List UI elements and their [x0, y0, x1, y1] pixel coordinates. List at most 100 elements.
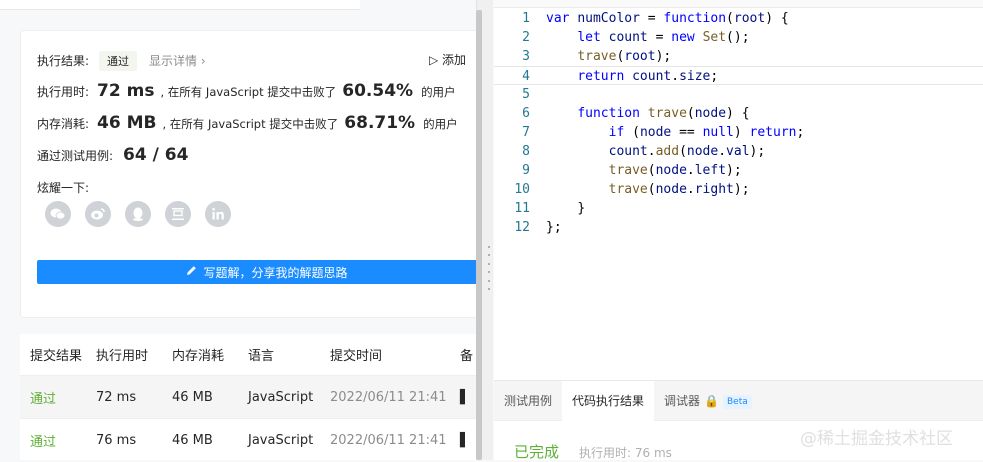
cell-language: JavaScript: [248, 389, 314, 405]
runtime-value: 72 ms: [97, 81, 155, 101]
line-number: 2: [522, 30, 530, 45]
result-panel: 执行结果: 通过 显示详情 › ▷ 添加 执行用时: 72 ms , 在所有 J…: [0, 0, 476, 460]
code-editor[interactable]: 1 var numColor = function(root) {2 let co…: [494, 0, 983, 380]
line-number: 12: [514, 220, 530, 235]
share-label: 炫耀一下:: [37, 181, 90, 195]
linkedin-icon[interactable]: [205, 201, 231, 227]
show-details-link[interactable]: 显示详情 ›: [149, 52, 206, 69]
code-line[interactable]: 9 trave(node.left);: [494, 161, 983, 180]
submissions-table: 提交结果 执行用时 内存消耗 语言 提交时间 备 通过 72 ms 46 MB …: [20, 334, 476, 460]
write-solution-label: 写题解，分享我的解题思路: [203, 265, 348, 280]
left-scrollbar[interactable]: [476, 10, 482, 460]
runtime-suffix: 的用户: [421, 85, 456, 99]
runtime-percentile: 60.54%: [342, 81, 414, 101]
code-text[interactable]: return count.size;: [546, 67, 718, 86]
code-line[interactable]: 10 trave(node.right);: [494, 180, 983, 199]
line-number: 11: [514, 201, 530, 216]
memory-label: 内存消耗:: [37, 117, 90, 131]
line-number: 5: [522, 87, 530, 102]
code-line[interactable]: 8 count.add(node.val);: [494, 142, 983, 161]
weibo-icon[interactable]: [85, 201, 111, 227]
memory-value: 46 MB: [97, 113, 157, 133]
code-text[interactable]: let count = new Set();: [546, 28, 749, 47]
code-text[interactable]: function trave(node) {: [546, 104, 749, 123]
line-number: 1: [522, 11, 530, 26]
cases-value: 64 / 64: [123, 145, 189, 165]
code-text[interactable]: if (node == null) return;: [546, 123, 805, 142]
code-line[interactable]: 11 }: [494, 199, 983, 218]
code-text[interactable]: }: [546, 199, 585, 218]
debugger-label: 调试器: [664, 394, 701, 408]
douban-icon[interactable]: [165, 201, 191, 227]
note-icon[interactable]: ▌: [460, 390, 476, 405]
cell-runtime: 76 ms: [96, 432, 137, 448]
code-line[interactable]: 5: [494, 85, 983, 104]
code-line[interactable]: 12};: [494, 218, 983, 237]
memory-beat-text: , 在所有 JavaScript 提交中击败了: [162, 117, 339, 131]
status-badge: 通过: [99, 51, 138, 71]
tab-run-result[interactable]: 代码执行结果: [562, 381, 655, 421]
note-icon[interactable]: ▌: [460, 433, 476, 448]
write-solution-button[interactable]: 写题解，分享我的解题思路: [37, 260, 476, 284]
cases-label: 通过测试用例:: [37, 149, 114, 163]
line-number: 6: [522, 106, 530, 121]
add-test-case-button[interactable]: ▷ 添加: [429, 51, 466, 68]
console-tabs: 测试用例 代码执行结果 调试器 🔒 Beta: [494, 381, 983, 421]
beta-badge: Beta: [723, 394, 752, 409]
watermark: @稀土掘金技术社区: [800, 429, 953, 449]
col-header: 备: [460, 349, 474, 364]
memory-percentile: 68.71%: [344, 113, 416, 133]
line-number: 3: [522, 49, 530, 64]
line-number: 10: [514, 182, 530, 197]
col-header: 内存消耗: [172, 349, 225, 364]
line-number: 7: [522, 125, 530, 140]
table-row[interactable]: 通过 72 ms 46 MB JavaScript 2022/06/11 21:…: [20, 376, 476, 419]
memory-row: 内存消耗: 46 MB , 在所有 JavaScript 提交中击败了 68.7…: [37, 113, 458, 133]
runtime-label: 执行用时:: [37, 85, 90, 99]
table-row[interactable]: 通过 76 ms 46 MB JavaScript 2022/06/11 21:…: [20, 419, 476, 460]
table-header: 提交结果 执行用时 内存消耗 语言 提交时间 备: [20, 334, 476, 376]
panel-top-bar: [0, 0, 360, 10]
runtime-beat-text: , 在所有 JavaScript 提交中击败了: [160, 85, 337, 99]
code-text[interactable]: var numColor = function(root) {: [546, 9, 789, 28]
col-header: 提交时间: [330, 349, 383, 364]
code-text[interactable]: };: [546, 218, 562, 237]
code-line[interactable]: 3 trave(root);: [494, 47, 983, 66]
line-number: 4: [522, 69, 530, 84]
cell-result[interactable]: 通过: [20, 388, 96, 407]
code-text[interactable]: count.add(node.val);: [546, 142, 766, 161]
col-header: 语言: [248, 349, 275, 364]
qq-icon[interactable]: [125, 201, 151, 227]
cases-row: 通过测试用例: 64 / 64: [37, 145, 194, 165]
cell-memory: 46 MB: [172, 432, 213, 448]
cell-time: 2022/06/11 21:41: [330, 389, 447, 405]
status-row: 执行结果: 通过 显示详情 ›: [37, 51, 206, 71]
code-line[interactable]: 7 if (node == null) return;: [494, 123, 983, 142]
cell-result[interactable]: 通过: [20, 431, 96, 450]
wechat-icon[interactable]: [45, 201, 71, 227]
runtime-row: 执行用时: 72 ms , 在所有 JavaScript 提交中击败了 60.5…: [37, 81, 456, 101]
code-text[interactable]: trave(root);: [546, 47, 671, 66]
pencil-icon: [186, 265, 197, 279]
run-runtime: 执行用时: 76 ms: [579, 446, 672, 460]
drag-handle-icon[interactable]: [488, 246, 490, 290]
run-status: 已完成: [514, 443, 560, 461]
memory-suffix: 的用户: [423, 117, 458, 131]
code-line[interactable]: 2 let count = new Set();: [494, 28, 983, 47]
line-number: 8: [522, 144, 530, 159]
code-text[interactable]: trave(node.right);: [546, 180, 750, 199]
tab-debugger[interactable]: 调试器 🔒 Beta: [654, 381, 762, 421]
code-line[interactable]: 1 var numColor = function(root) {: [494, 9, 983, 28]
code-line[interactable]: 6 function trave(node) {: [494, 104, 983, 123]
share-label-row: 炫耀一下:: [37, 179, 89, 196]
code-text[interactable]: trave(node.left);: [546, 161, 742, 180]
run-status-row: 已完成 执行用时: 76 ms: [514, 441, 672, 462]
tab-test-cases[interactable]: 测试用例: [494, 381, 562, 421]
share-icons: [45, 201, 231, 227]
code-line[interactable]: 4 return count.size;: [494, 66, 983, 85]
col-header: 执行用时: [96, 349, 149, 364]
cell-language: JavaScript: [248, 432, 314, 448]
lock-icon: 🔒: [704, 394, 719, 408]
editor-top-bar: [494, 0, 983, 8]
cell-runtime: 72 ms: [96, 389, 137, 405]
